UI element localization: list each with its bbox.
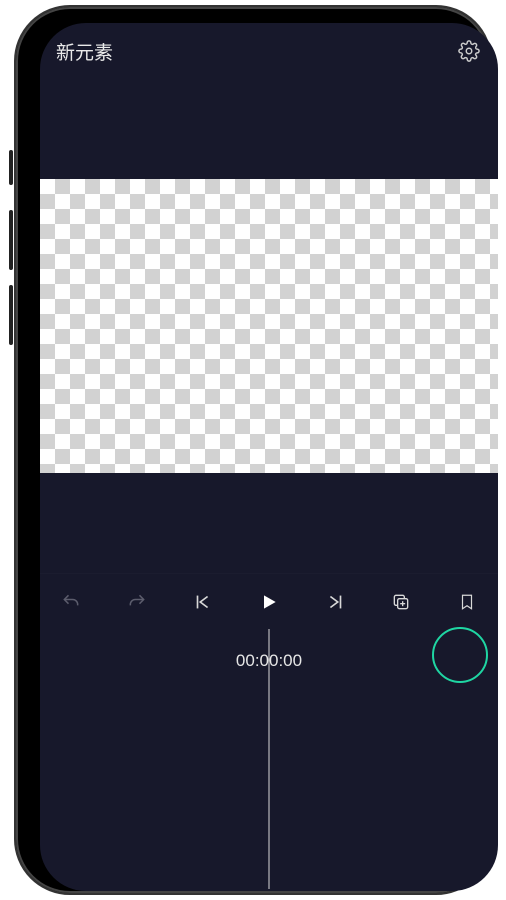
- undo-button[interactable]: [46, 577, 96, 627]
- copy-icon: [391, 592, 411, 612]
- preview-pad-bottom: [40, 473, 498, 573]
- gear-icon: [458, 40, 480, 62]
- go-start-button[interactable]: [178, 577, 228, 627]
- bookmark-button[interactable]: [442, 577, 492, 627]
- preview-pad-top: [40, 71, 498, 179]
- go-end-icon: [324, 591, 346, 613]
- playback-toolbar: [40, 573, 498, 629]
- play-button[interactable]: [244, 577, 294, 627]
- canvas-preview[interactable]: [40, 179, 498, 473]
- header-bar: 新元素: [40, 23, 498, 71]
- phone-frame: 新元素: [14, 5, 492, 895]
- bookmark-icon: [458, 592, 476, 612]
- playhead[interactable]: [269, 629, 270, 889]
- go-start-icon: [192, 591, 214, 613]
- redo-icon: [127, 592, 147, 612]
- undo-icon: [61, 592, 81, 612]
- redo-button[interactable]: [112, 577, 162, 627]
- timeline[interactable]: 00:00:00: [40, 629, 498, 671]
- go-end-button[interactable]: [310, 577, 360, 627]
- app-screen: 新元素: [40, 23, 498, 891]
- page-title: 新元素: [56, 38, 113, 65]
- add-element-button[interactable]: [432, 627, 488, 683]
- copy-button[interactable]: [376, 577, 426, 627]
- settings-button[interactable]: [456, 38, 482, 64]
- play-icon: [259, 592, 279, 612]
